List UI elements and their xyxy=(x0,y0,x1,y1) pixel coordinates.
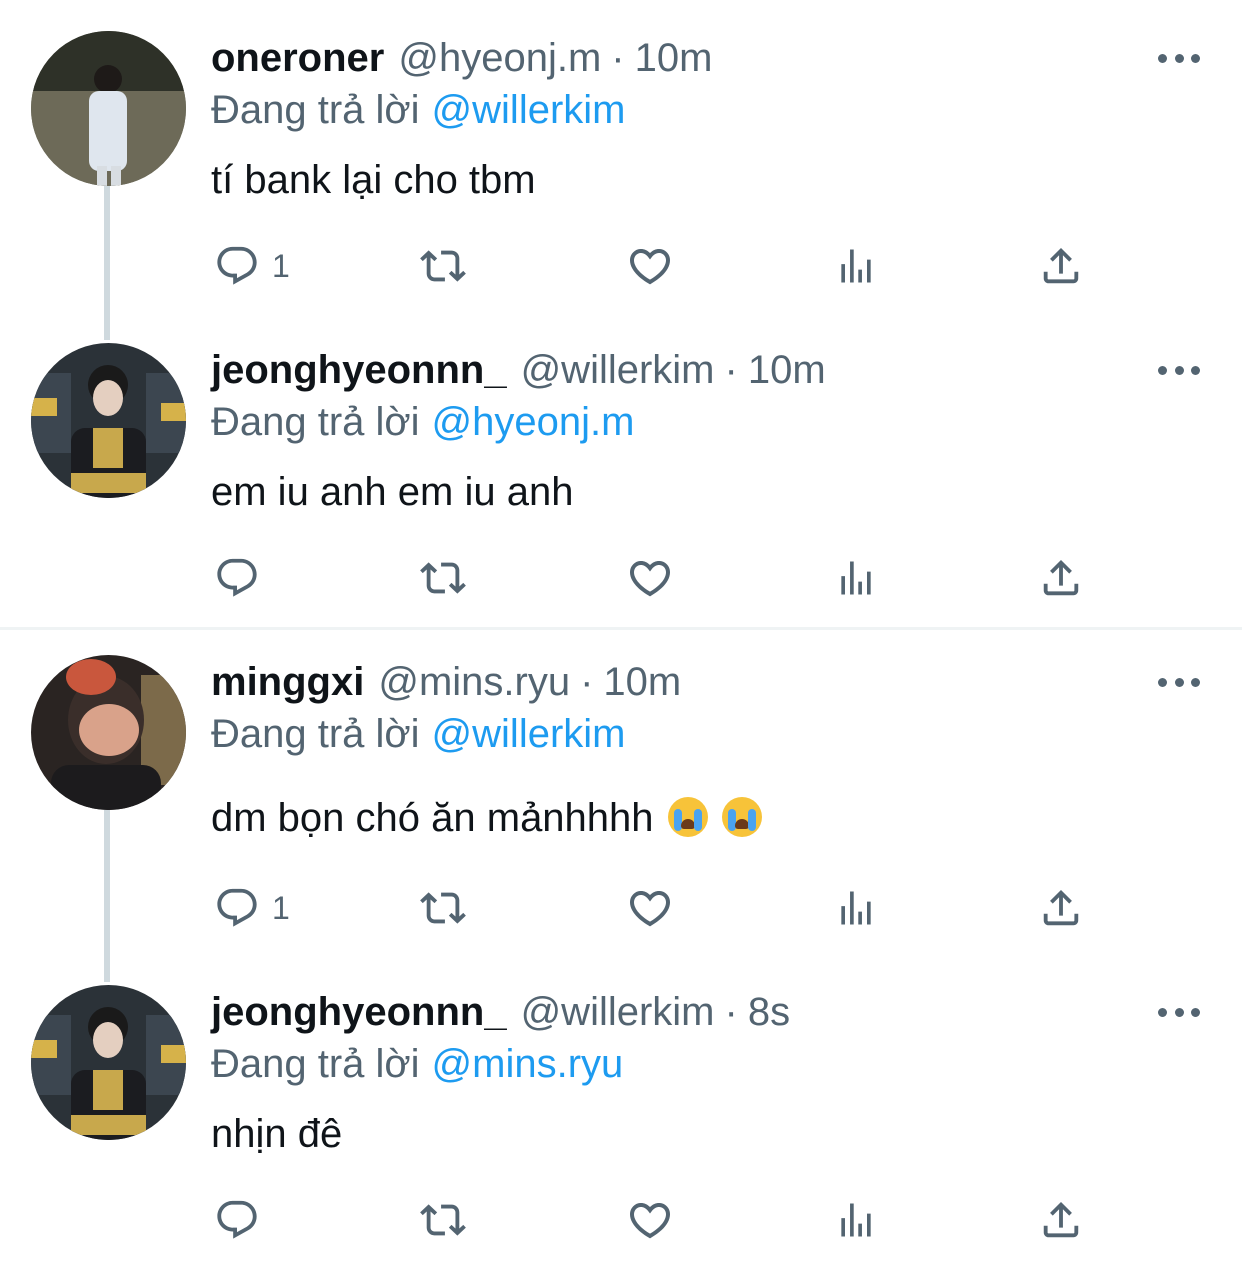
like-button[interactable] xyxy=(626,548,674,608)
more-icon[interactable] xyxy=(1158,358,1200,382)
reply-icon xyxy=(217,1200,257,1239)
display-name[interactable]: minggxi xyxy=(211,652,364,712)
conversation-divider xyxy=(0,627,1242,630)
like-icon xyxy=(629,561,671,597)
analytics-icon xyxy=(841,561,871,595)
tweet-text-content: dm bọn chó ăn mảnhhhh xyxy=(211,796,654,840)
tweet-header: oneroner @hyeonj.m · 10m xyxy=(211,28,712,88)
analytics-icon xyxy=(841,1203,871,1237)
timestamp[interactable]: 10m xyxy=(635,28,713,88)
separator-dot: · xyxy=(611,36,625,80)
timestamp[interactable]: 10m xyxy=(603,652,681,712)
reply-icon xyxy=(217,558,257,597)
tweet-text: tí bank lại cho tbm xyxy=(211,158,536,202)
tweet-text: dm bọn chó ăn mảnhhhh xyxy=(211,788,762,848)
tweet-text: nhịn đê xyxy=(211,1112,343,1156)
tweet-header: jeonghyeonnn_ @willerkim · 10m xyxy=(211,340,826,400)
analytics-button[interactable] xyxy=(834,878,878,938)
replying-to-mention[interactable]: @hyeonj.m xyxy=(432,400,635,444)
reply-count: 1 xyxy=(272,889,290,926)
analytics-button[interactable] xyxy=(834,1190,878,1250)
retweet-button[interactable] xyxy=(416,548,470,608)
reply-button[interactable]: 1 xyxy=(214,878,290,938)
separator-dot: · xyxy=(580,660,594,704)
retweet-icon xyxy=(420,1204,466,1236)
avatar[interactable] xyxy=(31,985,186,1140)
replying-to: Đang trả lời @willerkim xyxy=(211,704,625,764)
display-name[interactable]: jeonghyeonnn_ xyxy=(211,340,507,400)
replying-to-mention[interactable]: @mins.ryu xyxy=(432,1042,624,1086)
replying-to-label: Đang trả lời xyxy=(211,88,420,132)
tweet[interactable]: oneroner @hyeonj.m · 10m Đang trả lời @wi… xyxy=(0,28,1242,318)
retweet-icon xyxy=(420,892,466,924)
share-button[interactable] xyxy=(1038,1190,1084,1250)
analytics-button[interactable] xyxy=(834,548,878,608)
share-icon xyxy=(1043,1201,1079,1238)
replying-to-label: Đang trả lời xyxy=(211,1042,420,1086)
more-icon[interactable] xyxy=(1158,1000,1200,1024)
tweet-actions: 1 xyxy=(0,236,1242,296)
share-icon xyxy=(1043,889,1079,926)
avatar[interactable] xyxy=(31,655,186,810)
replying-to: Đang trả lời @willerkim xyxy=(211,80,625,140)
like-button[interactable] xyxy=(626,236,674,296)
avatar[interactable] xyxy=(31,343,186,498)
replying-to-label: Đang trả lời xyxy=(211,712,420,756)
share-button[interactable] xyxy=(1038,878,1084,938)
reply-icon xyxy=(217,888,257,927)
tweet[interactable]: jeonghyeonnn_ @willerkim · 10m Đang trả … xyxy=(0,340,1242,620)
loudly-crying-face-icon xyxy=(667,797,708,837)
share-button[interactable] xyxy=(1038,548,1084,608)
analytics-icon xyxy=(841,249,871,283)
retweet-button[interactable] xyxy=(416,1190,470,1250)
share-button[interactable] xyxy=(1038,236,1084,296)
retweet-button[interactable] xyxy=(416,236,470,296)
like-button[interactable] xyxy=(626,878,674,938)
reply-count: 1 xyxy=(272,247,290,284)
like-icon xyxy=(629,1203,671,1239)
share-icon xyxy=(1043,559,1079,596)
username[interactable]: @willerkim xyxy=(521,340,715,400)
retweet-icon xyxy=(420,562,466,594)
analytics-icon xyxy=(841,891,871,925)
more-icon[interactable] xyxy=(1158,670,1200,694)
avatar[interactable] xyxy=(31,31,186,186)
loudly-crying-face-icon xyxy=(721,797,762,837)
tweet-header: jeonghyeonnn_ @willerkim · 8s xyxy=(211,982,790,1042)
reply-button[interactable]: 1 xyxy=(214,236,290,296)
replying-to-label: Đang trả lời xyxy=(211,400,420,444)
replying-to: Đang trả lời @mins.ryu xyxy=(211,1034,623,1094)
more-icon[interactable] xyxy=(1158,46,1200,70)
display-name[interactable]: oneroner xyxy=(211,28,384,88)
reply-button[interactable] xyxy=(214,1190,272,1250)
replying-to-mention[interactable]: @willerkim xyxy=(432,88,626,132)
timestamp[interactable]: 8s xyxy=(748,982,790,1042)
like-icon xyxy=(629,891,671,927)
timestamp[interactable]: 10m xyxy=(748,340,826,400)
like-button[interactable] xyxy=(626,1190,674,1250)
display-name[interactable]: jeonghyeonnn_ xyxy=(211,982,507,1042)
username[interactable]: @willerkim xyxy=(521,982,715,1042)
replying-to: Đang trả lời @hyeonj.m xyxy=(211,392,634,452)
username[interactable]: @hyeonj.m xyxy=(398,28,601,88)
retweet-button[interactable] xyxy=(416,878,470,938)
tweet[interactable]: jeonghyeonnn_ @willerkim · 8s Đang trả l… xyxy=(0,982,1242,1267)
separator-dot: · xyxy=(724,990,738,1034)
replying-to-mention[interactable]: @willerkim xyxy=(432,712,626,756)
tweet[interactable]: minggxi @mins.ryu · 10m Đang trả lời @wil… xyxy=(0,652,1242,962)
tweet-actions xyxy=(0,1190,1242,1250)
separator-dot: · xyxy=(724,348,738,392)
reply-icon xyxy=(217,246,257,285)
tweet-text: em iu anh em iu anh xyxy=(211,470,574,514)
reply-button[interactable] xyxy=(214,548,272,608)
tweet-actions xyxy=(0,548,1242,608)
share-icon xyxy=(1043,247,1079,284)
tweet-header: minggxi @mins.ryu · 10m xyxy=(211,652,681,712)
retweet-icon xyxy=(420,250,466,282)
username[interactable]: @mins.ryu xyxy=(378,652,570,712)
analytics-button[interactable] xyxy=(834,236,878,296)
tweet-actions: 1 xyxy=(0,878,1242,938)
like-icon xyxy=(629,249,671,285)
